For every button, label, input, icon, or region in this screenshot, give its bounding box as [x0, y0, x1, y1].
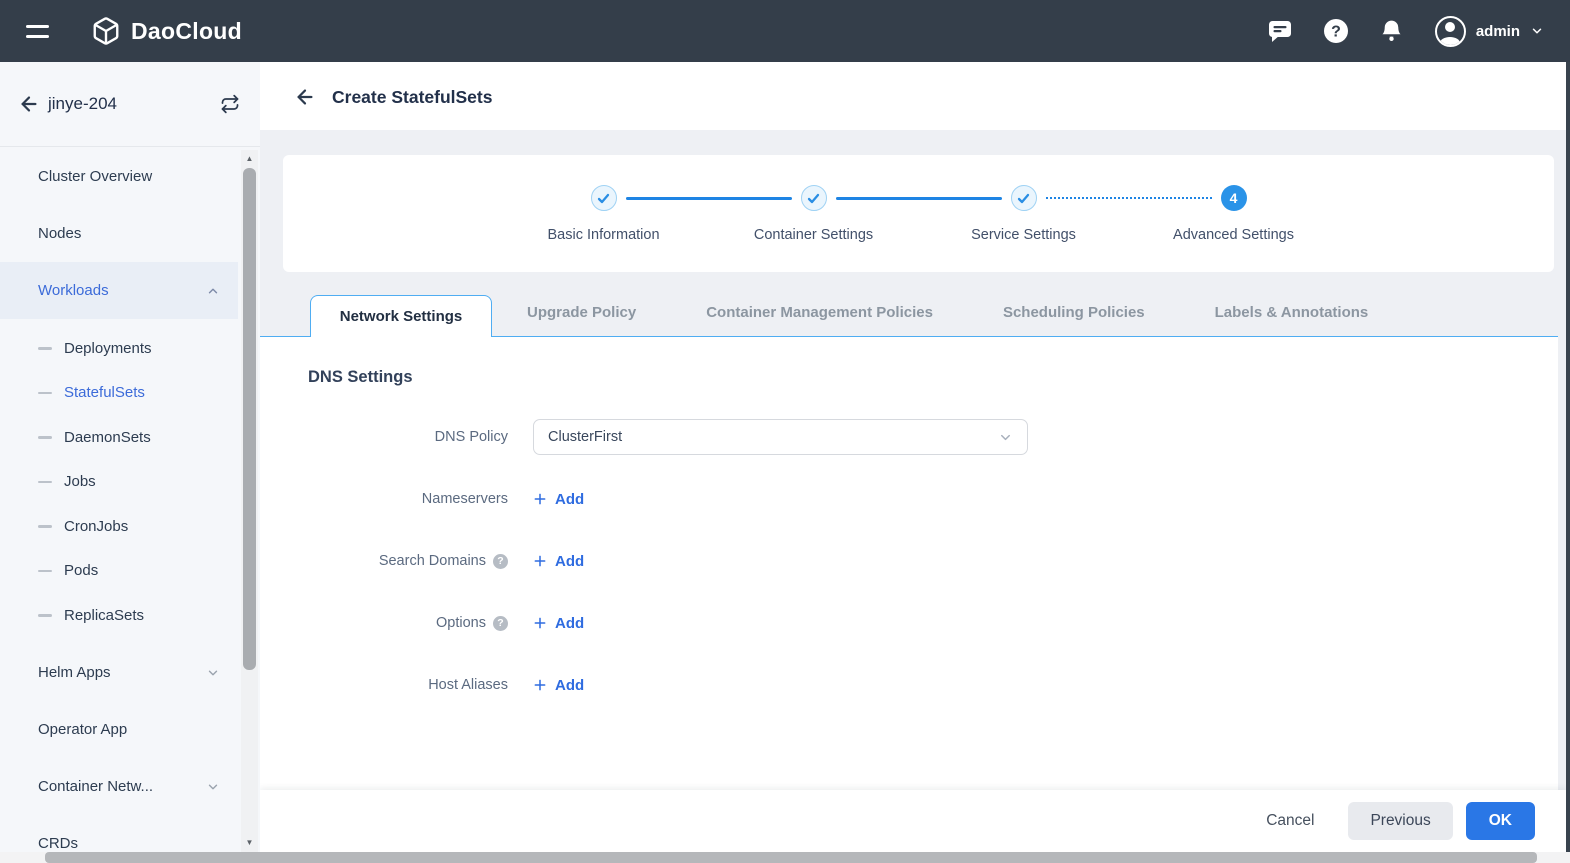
- daocloud-logo-icon: [91, 16, 121, 46]
- switch-cluster-icon[interactable]: [220, 94, 240, 114]
- sidebar-item-replicasets[interactable]: ReplicaSets: [0, 593, 238, 638]
- action-footer: Cancel Previous OK: [260, 790, 1566, 852]
- back-icon[interactable]: [294, 86, 316, 108]
- form-row-dns-policy: DNS Policy ClusterFirst: [308, 419, 1558, 455]
- tab-scheduling-policies[interactable]: Scheduling Policies: [968, 289, 1180, 336]
- plus-icon: [534, 493, 546, 505]
- sidebar-item-workloads[interactable]: Workloads: [0, 262, 238, 319]
- menu-icon[interactable]: [26, 24, 49, 38]
- page-header: Create StatefulSets: [260, 62, 1566, 130]
- back-icon[interactable]: [18, 93, 40, 115]
- main-area: Create StatefulSets Basic Information Co…: [260, 62, 1566, 852]
- plus-icon: [534, 679, 546, 691]
- sidebar-item-jobs[interactable]: Jobs: [0, 460, 238, 505]
- section-title: DNS Settings: [308, 368, 413, 386]
- sidebar-item-nodes[interactable]: Nodes: [0, 205, 238, 262]
- right-edge-strip: [1566, 62, 1570, 852]
- form-row-nameservers: Nameservers Add: [421, 490, 585, 508]
- topbar: DaoCloud ? admin: [0, 0, 1570, 62]
- help-icon[interactable]: ?: [1323, 18, 1349, 44]
- brand-name: DaoCloud: [131, 17, 242, 44]
- plus-icon: [534, 617, 546, 629]
- avatar[interactable]: [1434, 15, 1466, 47]
- chevron-down-icon: [206, 666, 220, 680]
- dash-icon: [38, 391, 52, 394]
- add-search-domain-button[interactable]: Add: [533, 553, 584, 570]
- help-icon[interactable]: ?: [493, 553, 508, 569]
- dash-icon: [38, 525, 52, 528]
- tab-labels-annotations[interactable]: Labels & Annotations: [1180, 289, 1404, 336]
- form-row-search-domains: Search Domains ? Add: [378, 552, 585, 570]
- sidebar-item-cronjobs[interactable]: CronJobs: [0, 504, 238, 549]
- sidebar-item-cluster-overview[interactable]: Cluster Overview: [0, 148, 238, 205]
- add-nameserver-button[interactable]: Add: [533, 491, 584, 508]
- chevron-down-icon: [1001, 434, 1010, 440]
- dash-icon: [38, 614, 52, 617]
- ok-button[interactable]: OK: [1465, 802, 1535, 840]
- user-name: admin: [1475, 22, 1520, 40]
- notifications-icon[interactable]: [1379, 18, 1405, 44]
- step-container-settings: Container Settings: [709, 185, 919, 243]
- sidebar-item-daemonsets[interactable]: DaemonSets: [0, 415, 238, 460]
- dash-icon: [38, 436, 52, 439]
- step-advanced-settings: 4 Advanced Settings: [1129, 185, 1339, 243]
- tab-upgrade-policy[interactable]: Upgrade Policy: [492, 289, 671, 336]
- scroll-down-icon[interactable]: ▼: [241, 836, 258, 850]
- horizontal-scrollbar-thumb[interactable]: [45, 852, 1537, 863]
- step-current-badge: 4: [1220, 185, 1247, 211]
- chevron-down-icon[interactable]: [1530, 24, 1544, 38]
- messages-icon[interactable]: [1267, 18, 1293, 44]
- help-icon[interactable]: ?: [493, 615, 508, 631]
- step-done-icon: [590, 185, 617, 211]
- sidebar-scrollbar[interactable]: ▲ ▼: [241, 150, 258, 852]
- sidebar-nav: Cluster Overview Nodes Workloads Deploym…: [0, 148, 238, 863]
- plus-icon: [534, 555, 546, 567]
- page-title: Create StatefulSets: [332, 87, 493, 107]
- sidebar-header: jinye-204: [0, 62, 260, 147]
- svg-text:?: ?: [1331, 24, 1341, 41]
- sidebar-item-deployments[interactable]: Deployments: [0, 326, 238, 371]
- add-option-button[interactable]: Add: [533, 615, 584, 632]
- tab-content: DNS Settings DNS Policy ClusterFirst Nam…: [260, 337, 1558, 790]
- dns-policy-value: ClusterFirst: [548, 429, 623, 445]
- previous-button[interactable]: Previous: [1348, 802, 1453, 840]
- dash-icon: [38, 569, 52, 572]
- tab-container-management-policies[interactable]: Container Management Policies: [671, 289, 968, 336]
- step-basic-information: Basic Information: [499, 185, 709, 243]
- form-row-options: Options ? Add: [436, 614, 585, 632]
- scroll-up-icon[interactable]: ▲: [241, 152, 258, 166]
- add-host-alias-button[interactable]: Add: [533, 677, 584, 694]
- chevron-up-icon: [206, 284, 220, 298]
- chevron-down-icon: [206, 780, 220, 794]
- step-done-icon: [1010, 185, 1037, 211]
- sidebar-scrollbar-thumb[interactable]: [243, 168, 256, 670]
- tab-network-settings[interactable]: Network Settings: [310, 295, 492, 337]
- sidebar-item-statefulsets[interactable]: StatefulSets: [0, 371, 238, 416]
- cancel-button[interactable]: Cancel: [1266, 812, 1314, 830]
- dash-icon: [38, 480, 52, 483]
- form-row-host-aliases: Host Aliases Add: [428, 676, 585, 694]
- step-done-icon: [800, 185, 827, 211]
- stepper: Basic Information Container Settings Ser…: [283, 155, 1554, 272]
- sidebar: jinye-204 Cluster Overview Nodes Workloa…: [0, 62, 260, 852]
- dash-icon: [38, 347, 52, 350]
- dns-policy-select[interactable]: ClusterFirst: [533, 419, 1028, 455]
- sidebar-item-helm-apps[interactable]: Helm Apps: [0, 644, 238, 701]
- horizontal-scrollbar[interactable]: [0, 852, 1570, 863]
- sidebar-item-container-network[interactable]: Container Netw...: [0, 758, 238, 815]
- cluster-name: jinye-204: [48, 94, 117, 113]
- sidebar-item-pods[interactable]: Pods: [0, 549, 238, 594]
- user-menu[interactable]: admin: [1434, 15, 1544, 47]
- brand: DaoCloud: [91, 16, 242, 46]
- step-service-settings: Service Settings: [919, 185, 1129, 243]
- tabbar: Network Settings Upgrade Policy Containe…: [260, 290, 1558, 337]
- sidebar-item-operator-app[interactable]: Operator App: [0, 701, 238, 758]
